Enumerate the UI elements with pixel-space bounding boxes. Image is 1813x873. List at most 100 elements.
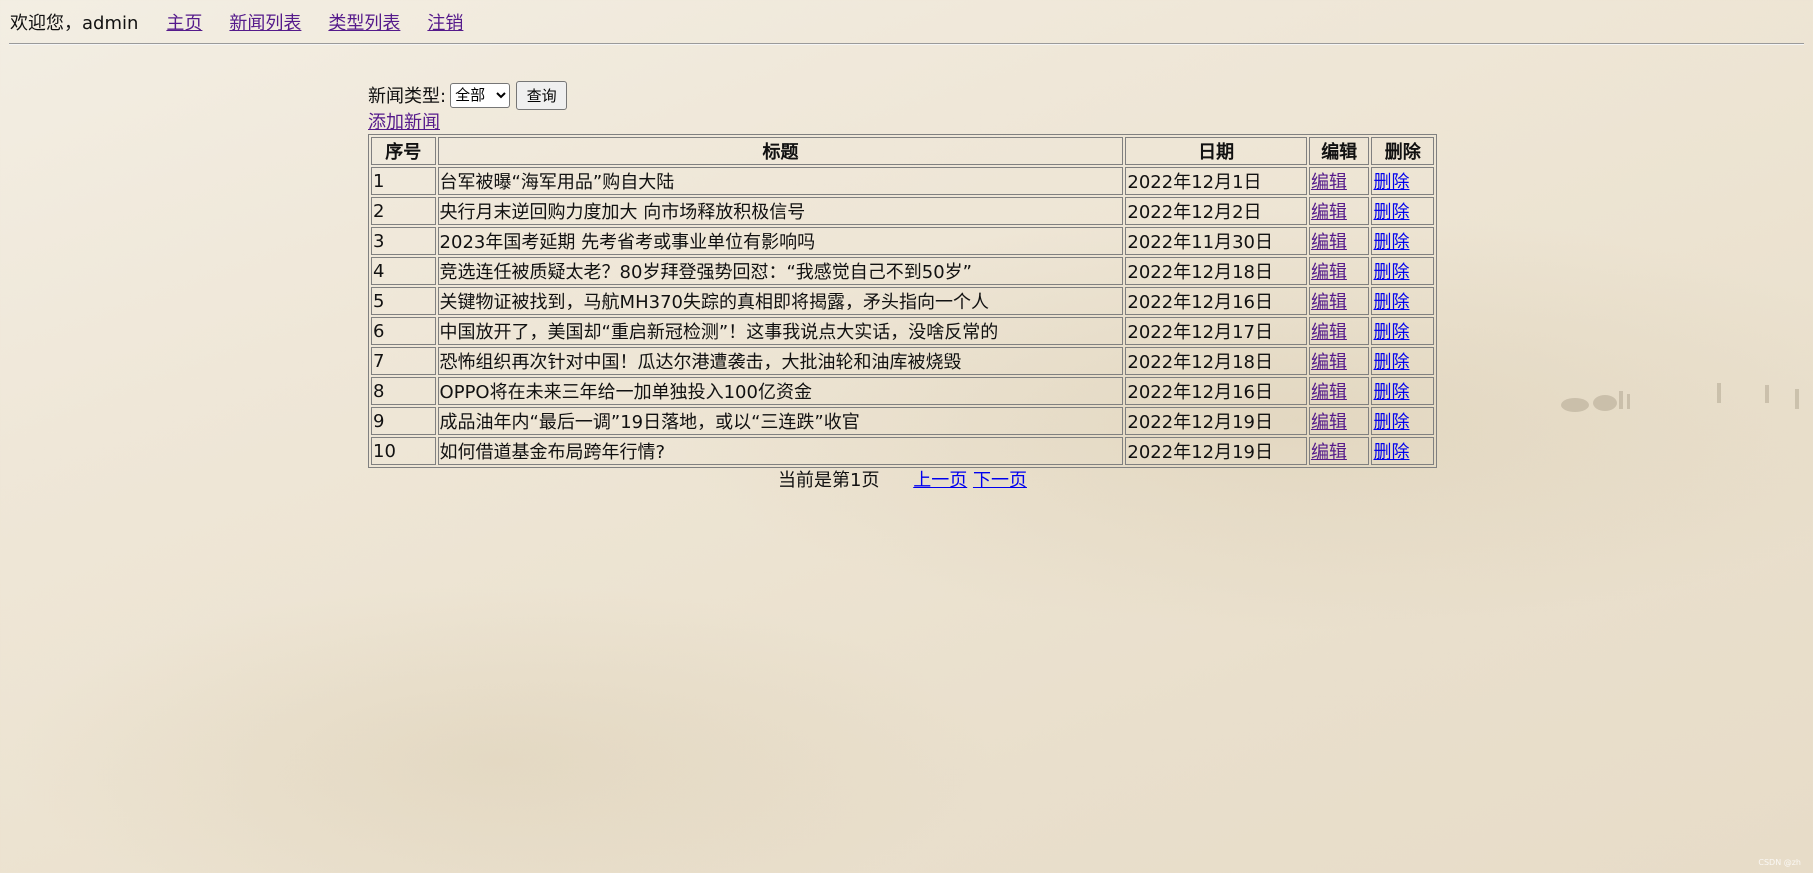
table-row: 8 OPPO将在未来三年给一加单独投入100亿资金 2022年12月16日 编辑…: [371, 377, 1434, 405]
edit-link[interactable]: 编辑: [1311, 202, 1347, 223]
table-row: 6 中国放开了，美国却“重启新冠检测”！这事我说点大实话，没啥反常的 2022年…: [371, 317, 1434, 345]
edit-link[interactable]: 编辑: [1311, 232, 1347, 253]
row-title: 竞选连任被质疑太老？80岁拜登强势回怼：“我感觉自己不到50岁”: [437, 257, 1124, 285]
row-date: 2022年12月1日: [1125, 167, 1307, 195]
pagination: 当前是第1页 上一页 下一页: [368, 468, 1437, 494]
header-delete: 删除: [1371, 137, 1434, 165]
header-divider: [9, 43, 1804, 45]
news-type-label: 新闻类型:: [368, 86, 447, 107]
edit-link[interactable]: 编辑: [1311, 262, 1347, 283]
row-date: 2022年11月30日: [1125, 227, 1307, 255]
background-people-silhouettes: [1561, 383, 1799, 412]
current-page-text: 当前是第1页: [778, 470, 880, 491]
nav-link-type-list[interactable]: 类型列表: [328, 9, 400, 35]
row-edit-cell: 编辑: [1308, 437, 1370, 465]
row-delete-cell: 删除: [1371, 197, 1434, 225]
table-row: 3 2023年国考延期 先考省考或事业单位有影响吗 2022年11月30日 编辑…: [371, 227, 1434, 255]
row-title: 成品油年内“最后一调”19日落地，或以“三连跌”收官: [437, 407, 1124, 435]
row-delete-cell: 删除: [1371, 167, 1434, 195]
row-id: 4: [371, 257, 436, 285]
row-edit-cell: 编辑: [1308, 257, 1370, 285]
edit-link[interactable]: 编辑: [1311, 352, 1347, 373]
edit-link[interactable]: 编辑: [1311, 412, 1347, 433]
row-date: 2022年12月2日: [1125, 197, 1307, 225]
nav-link-logout[interactable]: 注销: [427, 9, 463, 35]
prev-page-link[interactable]: 上一页: [913, 470, 967, 491]
add-news-link[interactable]: 添加新闻: [368, 112, 1437, 134]
edit-link[interactable]: 编辑: [1311, 442, 1347, 463]
edit-link[interactable]: 编辑: [1311, 292, 1347, 313]
edit-link[interactable]: 编辑: [1311, 382, 1347, 403]
row-date: 2022年12月19日: [1125, 407, 1307, 435]
row-delete-cell: 删除: [1371, 437, 1434, 465]
header-id: 序号: [371, 137, 436, 165]
table-header-row: 序号 标题 日期 编辑 删除: [371, 137, 1434, 165]
table-row: 9 成品油年内“最后一调”19日落地，或以“三连跌”收官 2022年12月19日…: [371, 407, 1434, 435]
row-delete-cell: 删除: [1371, 407, 1434, 435]
row-title: 关键物证被找到，马航MH370失踪的真相即将揭露，矛头指向一个人: [437, 287, 1124, 315]
table-row: 5 关键物证被找到，马航MH370失踪的真相即将揭露，矛头指向一个人 2022年…: [371, 287, 1434, 315]
row-id: 7: [371, 347, 436, 375]
row-title: 中国放开了，美国却“重启新冠检测”！这事我说点大实话，没啥反常的: [437, 317, 1124, 345]
edit-link[interactable]: 编辑: [1311, 172, 1347, 193]
row-edit-cell: 编辑: [1308, 227, 1370, 255]
delete-link[interactable]: 删除: [1373, 352, 1409, 373]
row-delete-cell: 删除: [1371, 227, 1434, 255]
row-date: 2022年12月18日: [1125, 257, 1307, 285]
row-edit-cell: 编辑: [1308, 407, 1370, 435]
row-id: 8: [371, 377, 436, 405]
row-date: 2022年12月16日: [1125, 287, 1307, 315]
delete-link[interactable]: 删除: [1373, 262, 1409, 283]
delete-link[interactable]: 删除: [1373, 202, 1409, 223]
row-id: 6: [371, 317, 436, 345]
row-delete-cell: 删除: [1371, 347, 1434, 375]
row-edit-cell: 编辑: [1308, 317, 1370, 345]
row-id: 9: [371, 407, 436, 435]
news-table: 序号 标题 日期 编辑 删除 1 台军被曝“海军用品”购自大陆 2022年12月…: [368, 134, 1437, 468]
row-id: 3: [371, 227, 436, 255]
header-title: 标题: [437, 137, 1124, 165]
main-content: 新闻类型: 全部 查询 添加新闻 序号 标题 日期 编辑 删除 1 台军被曝“海…: [368, 80, 1437, 494]
nav-link-home[interactable]: 主页: [166, 9, 202, 35]
row-id: 1: [371, 167, 436, 195]
table-row: 7 恐怖组织再次针对中国！瓜达尔港遭袭击，大批油轮和油库被烧毁 2022年12月…: [371, 347, 1434, 375]
delete-link[interactable]: 删除: [1373, 292, 1409, 313]
edit-link[interactable]: 编辑: [1311, 322, 1347, 343]
row-date: 2022年12月17日: [1125, 317, 1307, 345]
row-edit-cell: 编辑: [1308, 197, 1370, 225]
query-button[interactable]: 查询: [516, 80, 568, 110]
delete-link[interactable]: 删除: [1373, 322, 1409, 343]
row-id: 10: [371, 437, 436, 465]
row-date: 2022年12月18日: [1125, 347, 1307, 375]
row-title: 2023年国考延期 先考省考或事业单位有影响吗: [437, 227, 1124, 255]
row-id: 2: [371, 197, 436, 225]
welcome-text: 欢迎您，admin: [10, 13, 139, 34]
delete-link[interactable]: 删除: [1373, 382, 1409, 403]
watermark: CSDN @zh: [1758, 858, 1801, 867]
row-title: 恐怖组织再次针对中国！瓜达尔港遭袭击，大批油轮和油库被烧毁: [437, 347, 1124, 375]
delete-link[interactable]: 删除: [1373, 232, 1409, 253]
news-type-select[interactable]: 全部: [450, 82, 511, 108]
top-navigation: 欢迎您，admin 主页 新闻列表 类型列表 注销: [10, 8, 490, 36]
row-date: 2022年12月16日: [1125, 377, 1307, 405]
row-delete-cell: 删除: [1371, 377, 1434, 405]
row-title: 央行月末逆回购力度加大 向市场释放积极信号: [437, 197, 1124, 225]
row-edit-cell: 编辑: [1308, 287, 1370, 315]
header-date: 日期: [1125, 137, 1307, 165]
delete-link[interactable]: 删除: [1373, 412, 1409, 433]
table-row: 10 如何借道基金布局跨年行情? 2022年12月19日 编辑 删除: [371, 437, 1434, 465]
table-row: 1 台军被曝“海军用品”购自大陆 2022年12月1日 编辑 删除: [371, 167, 1434, 195]
row-delete-cell: 删除: [1371, 317, 1434, 345]
nav-link-news-list[interactable]: 新闻列表: [229, 9, 301, 35]
row-id: 5: [371, 287, 436, 315]
row-date: 2022年12月19日: [1125, 437, 1307, 465]
row-title: 如何借道基金布局跨年行情?: [437, 437, 1124, 465]
next-page-link[interactable]: 下一页: [973, 470, 1027, 491]
row-edit-cell: 编辑: [1308, 347, 1370, 375]
delete-link[interactable]: 删除: [1373, 442, 1409, 463]
row-title: OPPO将在未来三年给一加单独投入100亿资金: [437, 377, 1124, 405]
delete-link[interactable]: 删除: [1373, 172, 1409, 193]
row-delete-cell: 删除: [1371, 257, 1434, 285]
row-edit-cell: 编辑: [1308, 377, 1370, 405]
row-edit-cell: 编辑: [1308, 167, 1370, 195]
